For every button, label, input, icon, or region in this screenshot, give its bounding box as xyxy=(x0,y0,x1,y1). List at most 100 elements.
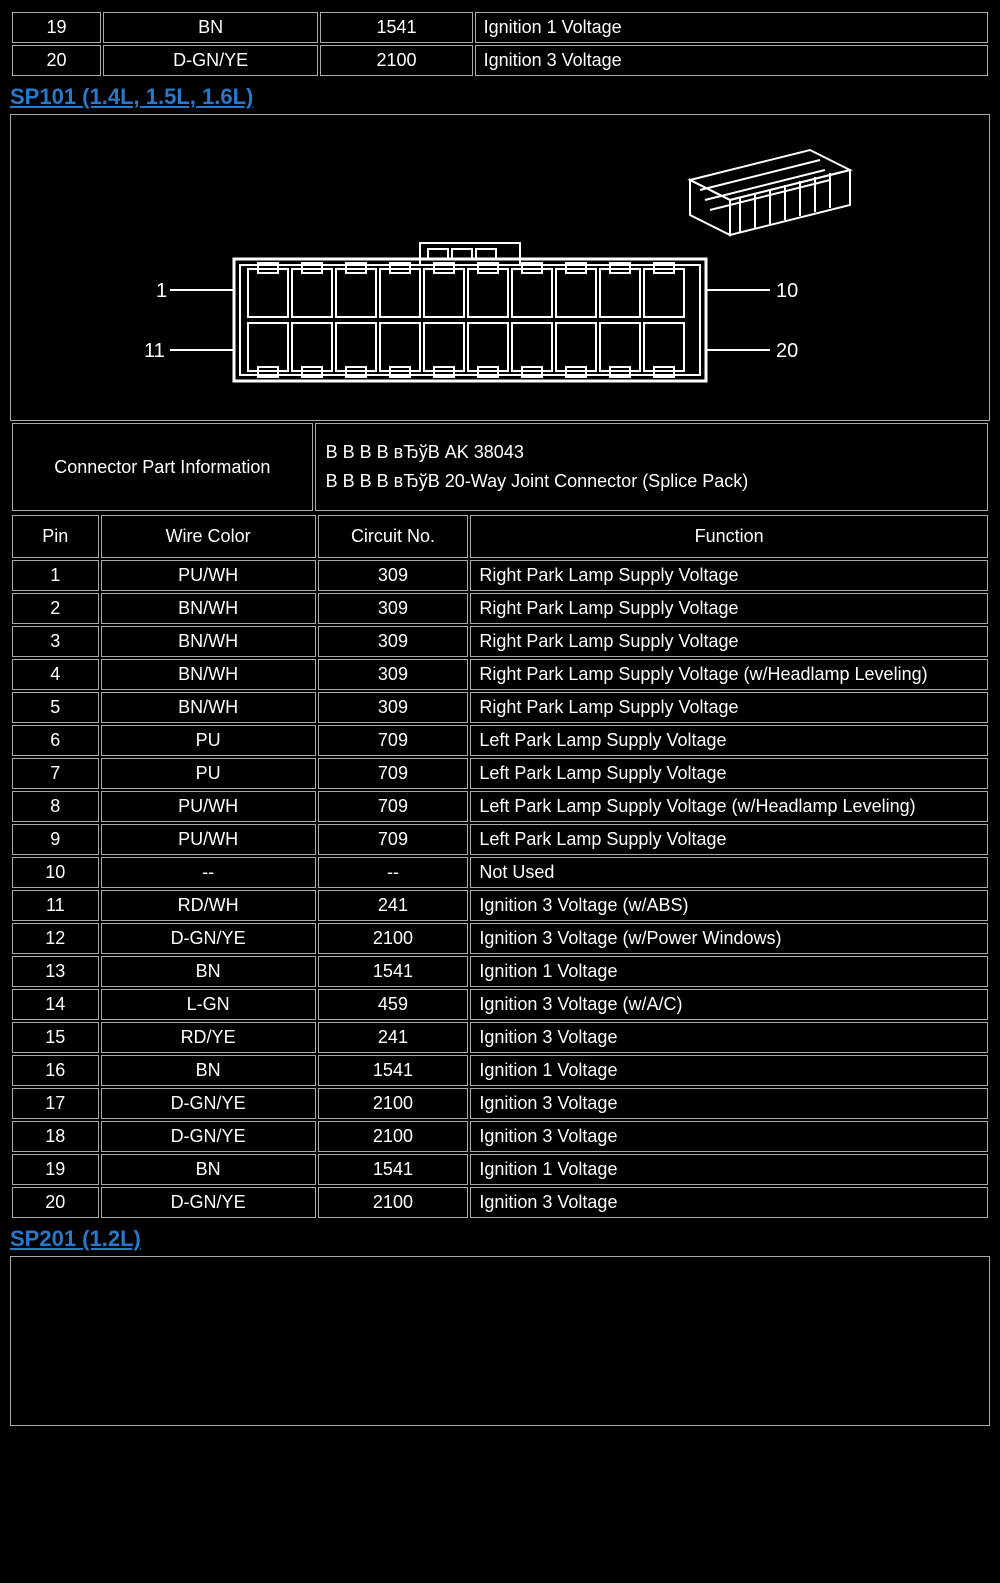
cell-wire: PU xyxy=(101,758,316,789)
cell-wire: D-GN/YE xyxy=(101,1088,316,1119)
cell-pin: 3 xyxy=(12,626,99,657)
cell-wire: D-GN/YE xyxy=(103,45,318,76)
table-row: 17D-GN/YE2100Ignition 3 Voltage xyxy=(12,1088,988,1119)
table-row: 13BN1541Ignition 1 Voltage xyxy=(12,956,988,987)
cell-function: Left Park Lamp Supply Voltage xyxy=(470,758,988,789)
cell-function: Ignition 3 Voltage xyxy=(470,1088,988,1119)
cell-function: Right Park Lamp Supply Voltage xyxy=(470,692,988,723)
cell-pin: 10 xyxy=(12,857,99,888)
cell-circuit: 709 xyxy=(318,725,469,756)
cell-circuit: 2100 xyxy=(318,923,469,954)
cell-wire: BN/WH xyxy=(101,626,316,657)
connector-info-line1: В В В В вЂўВ AK 38043 xyxy=(326,438,977,467)
connector-info-line2: В В В В вЂўВ 20-Way Joint Connector (Spl… xyxy=(326,467,977,496)
cell-pin: 12 xyxy=(12,923,99,954)
pin-label-20: 20 xyxy=(776,340,798,362)
cell-circuit: 1541 xyxy=(318,1055,469,1086)
top-fragment-table: 19BN1541Ignition 1 Voltage20D-GN/YE2100I… xyxy=(10,10,990,78)
connector-diagram-svg: 1 10 11 20 xyxy=(120,135,880,395)
table-row: 20D-GN/YE2100Ignition 3 Voltage xyxy=(12,45,988,76)
cell-circuit: 709 xyxy=(318,758,469,789)
cell-wire: L-GN xyxy=(101,989,316,1020)
cell-circuit: 2100 xyxy=(318,1187,469,1218)
cell-wire: D-GN/YE xyxy=(101,1187,316,1218)
cell-function: Ignition 3 Voltage xyxy=(470,1121,988,1152)
cell-function: Ignition 3 Voltage (w/Power Windows) xyxy=(470,923,988,954)
cell-wire: BN/WH xyxy=(101,692,316,723)
cell-wire: BN xyxy=(101,1055,316,1086)
cell-function: Left Park Lamp Supply Voltage (w/Headlam… xyxy=(470,791,988,822)
cell-pin: 4 xyxy=(12,659,99,690)
cell-pin: 1 xyxy=(12,560,99,591)
cell-circuit: 2100 xyxy=(318,1088,469,1119)
cell-circuit: 309 xyxy=(318,593,469,624)
connector-info-value: В В В В вЂўВ AK 38043 В В В В вЂўВ 20-Wa… xyxy=(315,423,988,511)
table-row: 9PU/WH709Left Park Lamp Supply Voltage xyxy=(12,824,988,855)
pin-label-11: 11 xyxy=(144,340,165,362)
cell-function: Right Park Lamp Supply Voltage xyxy=(470,626,988,657)
cell-function: Ignition 3 Voltage xyxy=(470,1022,988,1053)
table-row: 15RD/YE241Ignition 3 Voltage xyxy=(12,1022,988,1053)
table-row: 5BN/WH309Right Park Lamp Supply Voltage xyxy=(12,692,988,723)
cell-wire: -- xyxy=(101,857,316,888)
connector-info-table: Connector Part Information В В В В вЂўВ … xyxy=(10,421,990,513)
table-row: 6PU709Left Park Lamp Supply Voltage xyxy=(12,725,988,756)
cell-pin: 17 xyxy=(12,1088,99,1119)
cell-wire: BN xyxy=(101,1154,316,1185)
cell-pin: 7 xyxy=(12,758,99,789)
cell-pin: 14 xyxy=(12,989,99,1020)
cell-pin: 20 xyxy=(12,45,101,76)
cell-wire: PU/WH xyxy=(101,791,316,822)
section-heading-sp101: SP101 (1.4L, 1.5L, 1.6L) xyxy=(10,84,990,110)
cell-pin: 5 xyxy=(12,692,99,723)
cell-wire: BN/WH xyxy=(101,593,316,624)
pin-table: Pin Wire Color Circuit No. Function 1PU/… xyxy=(10,513,990,1220)
cell-pin: 9 xyxy=(12,824,99,855)
table-row: 2BN/WH309Right Park Lamp Supply Voltage xyxy=(12,593,988,624)
cell-wire: BN xyxy=(103,12,318,43)
cell-circuit: 1541 xyxy=(318,956,469,987)
cell-wire: RD/WH xyxy=(101,890,316,921)
table-row: 3BN/WH309Right Park Lamp Supply Voltage xyxy=(12,626,988,657)
table-row: 8PU/WH709Left Park Lamp Supply Voltage (… xyxy=(12,791,988,822)
pin-label-1: 1 xyxy=(156,280,167,302)
table-row: 18D-GN/YE2100Ignition 3 Voltage xyxy=(12,1121,988,1152)
cell-function: Ignition 3 Voltage (w/ABS) xyxy=(470,890,988,921)
cell-wire: PU/WH xyxy=(101,824,316,855)
table-row: 10----Not Used xyxy=(12,857,988,888)
pin-label-10: 10 xyxy=(776,280,798,302)
table-row: 7PU709Left Park Lamp Supply Voltage xyxy=(12,758,988,789)
connector-info-label: Connector Part Information xyxy=(12,423,313,511)
cell-pin: 18 xyxy=(12,1121,99,1152)
connector-diagram: 1 10 11 20 xyxy=(10,114,990,421)
next-diagram-placeholder xyxy=(10,1256,990,1426)
cell-wire: BN xyxy=(101,956,316,987)
cell-wire: PU/WH xyxy=(101,560,316,591)
cell-circuit: 709 xyxy=(318,824,469,855)
cell-circuit: 459 xyxy=(318,989,469,1020)
cell-pin: 16 xyxy=(12,1055,99,1086)
cell-pin: 8 xyxy=(12,791,99,822)
cell-circuit: 309 xyxy=(318,626,469,657)
cell-function: Right Park Lamp Supply Voltage (w/Headla… xyxy=(470,659,988,690)
cell-pin: 13 xyxy=(12,956,99,987)
cell-function: Left Park Lamp Supply Voltage xyxy=(470,725,988,756)
cell-function: Ignition 3 Voltage xyxy=(475,45,988,76)
table-row: 14L-GN459Ignition 3 Voltage (w/A/C) xyxy=(12,989,988,1020)
cell-circuit: 709 xyxy=(318,791,469,822)
cell-circuit: 2100 xyxy=(318,1121,469,1152)
cell-circuit: -- xyxy=(318,857,469,888)
cell-pin: 20 xyxy=(12,1187,99,1218)
cell-function: Ignition 1 Voltage xyxy=(470,956,988,987)
cell-circuit: 309 xyxy=(318,560,469,591)
cell-pin: 2 xyxy=(12,593,99,624)
cell-pin: 11 xyxy=(12,890,99,921)
cell-function: Right Park Lamp Supply Voltage xyxy=(470,593,988,624)
cell-circuit: 2100 xyxy=(320,45,472,76)
table-row: 19BN1541Ignition 1 Voltage xyxy=(12,12,988,43)
table-row: 11RD/WH241Ignition 3 Voltage (w/ABS) xyxy=(12,890,988,921)
cell-pin: 15 xyxy=(12,1022,99,1053)
cell-function: Right Park Lamp Supply Voltage xyxy=(470,560,988,591)
cell-pin: 19 xyxy=(12,1154,99,1185)
cell-wire: RD/YE xyxy=(101,1022,316,1053)
